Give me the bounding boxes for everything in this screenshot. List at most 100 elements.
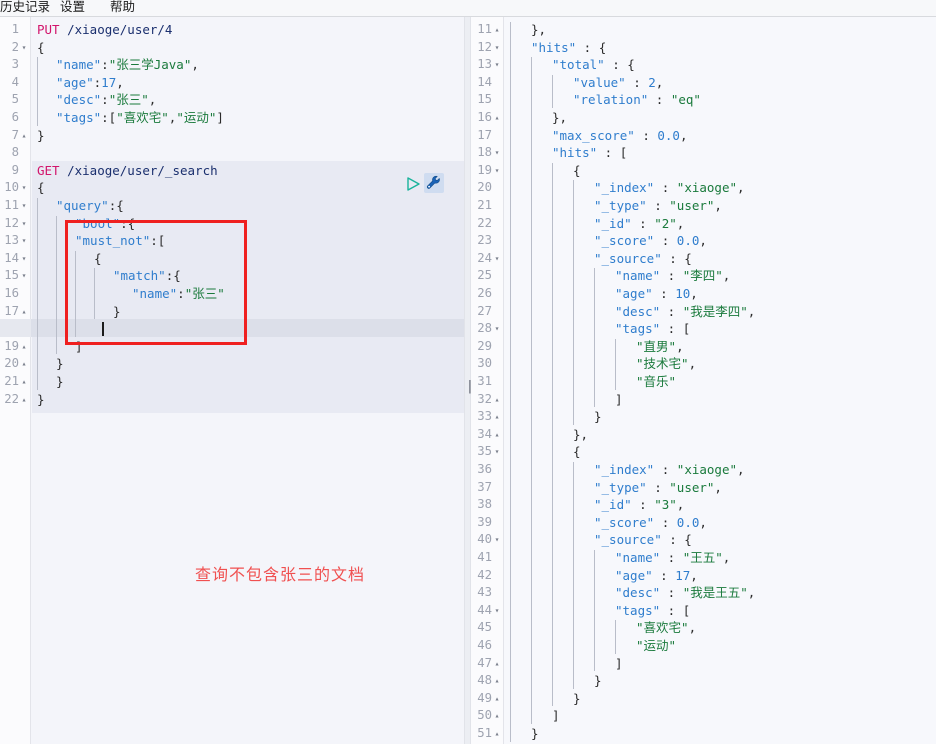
- line-number: 37: [477, 479, 492, 494]
- fold-collapse-icon[interactable]: ▾: [493, 602, 501, 620]
- code-line[interactable]: "age":17,: [32, 74, 464, 92]
- line-number: 15: [477, 92, 492, 107]
- fold-expand-icon[interactable]: ▴: [493, 655, 501, 673]
- menu-item-1[interactable]: 设置: [60, 0, 85, 15]
- line-number: 3: [11, 57, 19, 72]
- fold-expand-icon[interactable]: ▴: [20, 303, 28, 321]
- line-number: 7 ▴: [0, 127, 30, 145]
- code-line: "total" : {: [552, 57, 635, 73]
- code-line[interactable]: PUT /xiaoge/user/4: [32, 21, 464, 39]
- code-line[interactable]: {: [32, 179, 464, 197]
- indent-guide: [56, 215, 57, 355]
- menu-item-2[interactable]: 帮助: [110, 0, 135, 15]
- code-line: "name" : "王五",: [615, 550, 731, 565]
- code-line[interactable]: GET /xiaoge/user/_search: [32, 162, 464, 180]
- code-line: "喜欢宅",: [636, 620, 697, 636]
- fold-collapse-icon[interactable]: ▾: [493, 443, 501, 461]
- fold-collapse-icon[interactable]: ▾: [493, 144, 501, 162]
- line-number: 39: [477, 514, 492, 529]
- fold-expand-icon[interactable]: ▴: [493, 707, 501, 725]
- fold-collapse-icon[interactable]: ▾: [493, 39, 501, 57]
- code-line[interactable]: }: [32, 355, 464, 373]
- code-line[interactable]: }: [32, 303, 464, 321]
- line-number: 11 ▾: [0, 197, 30, 215]
- code-line: ]: [615, 391, 623, 407]
- response-viewer-content: }, "hits" : {"total" : {"value" : 2, "rela…: [505, 17, 936, 744]
- fold-collapse-icon[interactable]: ▾: [493, 320, 501, 338]
- menu-item-0[interactable]: 历史记录: [0, 0, 50, 15]
- response-viewer-pane[interactable]: 11 ▴ 12 ▾ 13 ▾ 14 15 16 ▴ 17 18 ▾ 19 ▾ 20 21 22 23 24 ▾ 25 26 2…: [471, 17, 936, 744]
- code-line: "_source" : {: [594, 532, 692, 548]
- fold-collapse-icon[interactable]: ▾: [20, 215, 28, 233]
- fold-expand-icon[interactable]: ▴: [493, 725, 501, 743]
- code-line[interactable]: }: [32, 391, 464, 409]
- fold-expand-icon[interactable]: ▴: [493, 672, 501, 690]
- fold-expand-icon[interactable]: ▴: [20, 355, 28, 373]
- line-number: 13 ▾: [0, 232, 30, 250]
- line-number: 50 ▴: [471, 707, 503, 725]
- text-caret: [102, 322, 104, 337]
- fold-expand-icon[interactable]: ▴: [493, 690, 501, 708]
- indent-guide: [75, 250, 76, 337]
- request-editor-pane[interactable]: 12▾34567▴8910▾11▾12▾13▾14▾15▾1617▴18▴19▴…: [0, 17, 464, 744]
- fold-expand-icon[interactable]: ▴: [20, 373, 28, 391]
- code-line[interactable]: "bool":{: [32, 215, 464, 233]
- line-number: 20 ▴: [0, 355, 30, 373]
- code-line[interactable]: "desc":"张三",: [32, 91, 464, 109]
- request-editor-gutter[interactable]: 12▾34567▴8910▾11▾12▾13▾14▾15▾1617▴18▴19▴…: [0, 17, 31, 744]
- fold-collapse-icon[interactable]: ▾: [20, 179, 28, 197]
- fold-expand-icon[interactable]: ▴: [20, 391, 28, 409]
- fold-collapse-icon[interactable]: ▾: [493, 531, 501, 549]
- wrench-icon[interactable]: [424, 173, 444, 193]
- code-line[interactable]: "query":{: [32, 197, 464, 215]
- code-line: "name" : "李四",: [615, 268, 731, 284]
- code-line: "_type" : "user",: [594, 479, 722, 495]
- fold-collapse-icon[interactable]: ▾: [20, 39, 28, 57]
- code-line[interactable]: [32, 144, 464, 162]
- fold-expand-icon[interactable]: ▴: [493, 426, 501, 444]
- code-line[interactable]: "name":"张三学Java",: [32, 56, 464, 74]
- line-number: 41: [477, 550, 492, 564]
- fold-collapse-icon[interactable]: ▾: [493, 56, 501, 74]
- play-icon[interactable]: [405, 176, 421, 192]
- fold-expand-icon[interactable]: ▴: [493, 408, 501, 426]
- pane-splitter[interactable]: ||: [464, 17, 481, 744]
- code-line[interactable]: }: [32, 373, 464, 391]
- fold-expand-icon[interactable]: ▴: [493, 109, 501, 127]
- line-number: 44 ▾: [471, 602, 503, 620]
- code-line: "desc" : "我是王五",: [615, 585, 756, 601]
- line-number: 32 ▴: [471, 391, 503, 409]
- line-number: 25: [477, 268, 492, 283]
- response-viewer-gutter: 11 ▴ 12 ▾ 13 ▾ 14 15 16 ▴ 17 18 ▾ 19 ▾ 20 21 22 23 24 ▾ 25 26 2…: [471, 17, 504, 744]
- code-line[interactable]: "tags":["喜欢宅","运动"]: [32, 109, 464, 127]
- code-line: "hits" : [: [552, 145, 628, 161]
- code-line[interactable]: }: [32, 127, 464, 145]
- fold-expand-icon[interactable]: ▴: [493, 391, 501, 409]
- indent-guide: [552, 74, 553, 108]
- code-line[interactable]: ]: [32, 338, 464, 356]
- line-number: 43: [477, 585, 492, 600]
- line-number: 26: [477, 286, 492, 300]
- fold-collapse-icon[interactable]: ▾: [20, 197, 28, 215]
- line-number: 2 ▾: [0, 39, 30, 57]
- fold-collapse-icon[interactable]: ▾: [20, 250, 28, 268]
- code-line[interactable]: "match":{: [32, 267, 464, 285]
- code-line[interactable]: {: [32, 39, 464, 57]
- fold-expand-icon[interactable]: ▴: [20, 127, 28, 145]
- indent-guide: [510, 22, 511, 742]
- line-number: 51 ▴: [471, 725, 503, 743]
- fold-expand-icon[interactable]: ▴: [20, 338, 28, 356]
- fold-collapse-icon[interactable]: ▾: [493, 162, 501, 180]
- code-line[interactable]: "must_not":[: [32, 232, 464, 250]
- fold-collapse-icon[interactable]: ▾: [20, 267, 28, 285]
- request-editor-content[interactable]: PUT /xiaoge/user/4{"name":"张三学Java", "age…: [32, 17, 464, 744]
- fold-expand-icon[interactable]: ▴: [493, 21, 501, 39]
- line-number: 17: [477, 127, 492, 142]
- fold-collapse-icon[interactable]: ▾: [493, 250, 501, 268]
- fold-collapse-icon[interactable]: ▾: [20, 232, 28, 250]
- code-line[interactable]: {: [32, 250, 464, 268]
- line-number: 40 ▾: [471, 531, 503, 549]
- code-line[interactable]: "name":"张三": [32, 285, 464, 303]
- line-number: 4: [11, 74, 19, 89]
- code-line: ]: [552, 708, 560, 724]
